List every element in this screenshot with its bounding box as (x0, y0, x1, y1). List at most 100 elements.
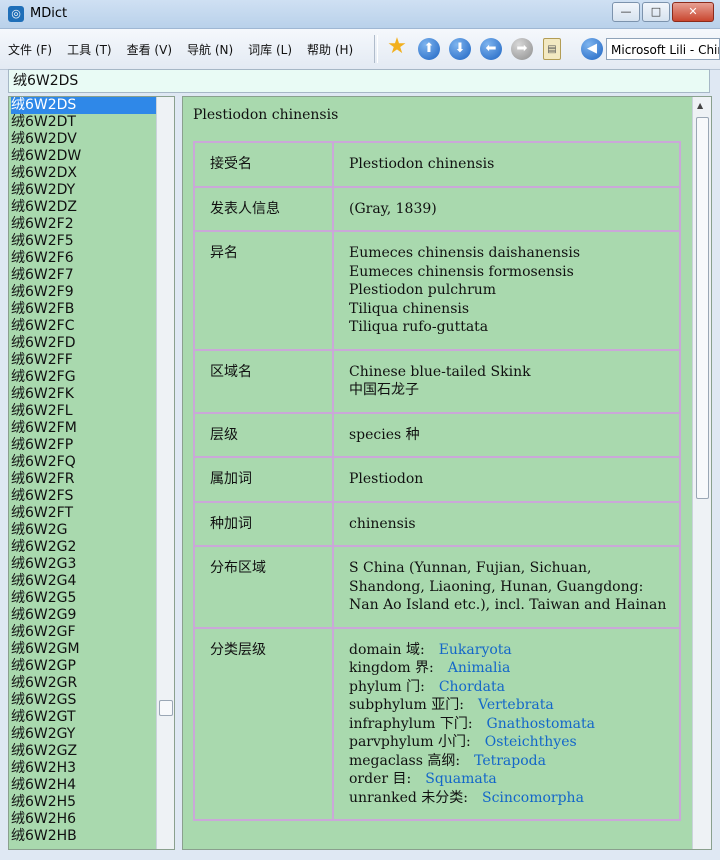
list-item[interactable]: 绒6W2F9 (11, 284, 157, 301)
list-item[interactable]: 绒6W2FF (11, 352, 157, 369)
taxonomy-link[interactable]: Animalia (448, 660, 511, 676)
taxonomy-row: parvphylum 小门: Osteichthyes (349, 733, 667, 752)
list-item[interactable]: 绒6W2H5 (11, 794, 157, 811)
list-item[interactable]: 绒6W2GF (11, 624, 157, 641)
list-item[interactable]: 绒6W2GZ (11, 743, 157, 760)
list-item[interactable]: 绒6W2DW (11, 148, 157, 165)
menu-item[interactable]: 帮助 (H) (307, 41, 353, 58)
taxonomy-link[interactable]: Chordata (439, 679, 505, 695)
taxonomy-link[interactable]: Scincomorpha (482, 790, 584, 806)
list-item[interactable]: 绒6W2FT (11, 505, 157, 522)
table-row: 种加词 chinensis (193, 500, 681, 547)
synonym-item: Plestiodon pulchrum (349, 282, 497, 298)
arrow-down-icon[interactable]: ⬇ (449, 38, 471, 60)
list-item[interactable]: 绒6W2F5 (11, 233, 157, 250)
arrow-up-icon[interactable]: ⬆ (418, 38, 440, 60)
favorite-star-icon[interactable]: ★ (386, 36, 408, 58)
list-item[interactable]: 绒6W2GR (11, 675, 157, 692)
list-item[interactable]: 绒6W2FP (11, 437, 157, 454)
definition-panel: Plestiodon chinensis 接受名 Plestiodon chin… (182, 96, 712, 850)
list-item[interactable]: 绒6W2GS (11, 692, 157, 709)
list-item[interactable]: 绒6W2FQ (11, 454, 157, 471)
list-item[interactable]: 绒6W2F2 (11, 216, 157, 233)
list-item[interactable]: 绒6W2GT (11, 709, 157, 726)
table-row: 接受名 Plestiodon chinensis (193, 141, 681, 188)
word-list: 绒6W2DS 绒6W2DT 绒6W2DV 绒6W2DW 绒6W2DX 绒6W2DY 绒6W2… (11, 97, 157, 845)
toolbar-separator (374, 35, 378, 63)
close-icon[interactable]: ✕ (672, 2, 714, 22)
scroll-thumb[interactable] (159, 700, 173, 716)
list-item[interactable]: 绒6W2DZ (11, 199, 157, 216)
table-row: 属加词 Plestiodon (193, 456, 681, 503)
list-item[interactable]: 绒6W2DX (11, 165, 157, 182)
taxonomy-row: order 目: Squamata (349, 770, 667, 789)
list-item[interactable]: 绒6W2GY (11, 726, 157, 743)
list-item[interactable]: 绒6W2FR (11, 471, 157, 488)
table-row: 层级 species 种 (193, 411, 681, 458)
accepted-name-value: Plestiodon chinensis (332, 141, 681, 188)
menu-item[interactable]: 导航 (N) (187, 41, 233, 58)
clipboard-icon[interactable]: ▤ (543, 38, 561, 60)
taxonomy-link[interactable]: Vertebrata (478, 697, 554, 713)
menu-item[interactable]: 文件 (F) (8, 41, 52, 58)
rank-value: species 种 (332, 411, 681, 458)
list-item[interactable]: 绒6W2FK (11, 386, 157, 403)
word-list-scrollbar[interactable] (156, 97, 174, 849)
menu-item[interactable]: 工具 (T) (67, 41, 112, 58)
scroll-thumb[interactable] (696, 117, 709, 499)
list-item[interactable]: 绒6W2DY (11, 182, 157, 199)
list-item[interactable]: 绒6W2HB (11, 828, 157, 845)
back-arrow-icon[interactable]: ⬅ (480, 38, 502, 60)
list-item[interactable]: 绒6W2GP (11, 658, 157, 675)
synonym-item: Eumeces chinensis formosensis (349, 263, 574, 280)
list-item[interactable]: 绒6W2FL (11, 403, 157, 420)
list-item[interactable]: 绒6W2FB (11, 301, 157, 318)
taxonomy-link[interactable]: Gnathostomata (487, 716, 595, 732)
list-item[interactable]: 绒6W2FD (11, 335, 157, 352)
scroll-up-icon[interactable]: ▲ (697, 101, 703, 110)
menu-item[interactable]: 词库 (L) (248, 41, 292, 58)
list-item[interactable]: 绒6W2DT (11, 114, 157, 131)
list-item[interactable]: 绒6W2H4 (11, 777, 157, 794)
taxonomy-label: 分类层级 (193, 626, 334, 821)
list-item[interactable]: 绒6W2GM (11, 641, 157, 658)
common-name-label: 区域名 (193, 348, 334, 414)
synonym-list: Eumeces chinensis daishanensis Eumeces ch… (332, 230, 681, 351)
voice-select[interactable]: Microsoft Lili - Chinese (606, 38, 720, 60)
list-item[interactable]: 绒6W2G3 (11, 556, 157, 573)
list-item[interactable]: 绒6W2H6 (11, 811, 157, 828)
list-item[interactable]: 绒6W2H3 (11, 760, 157, 777)
list-item[interactable]: 绒6W2F7 (11, 267, 157, 284)
distribution-label: 分布区域 (193, 545, 334, 629)
list-item[interactable]: 绒6W2G9 (11, 607, 157, 624)
accepted-name-label: 接受名 (193, 141, 334, 188)
list-item[interactable]: 绒6W2FS (11, 488, 157, 505)
list-item[interactable]: 绒6W2DV (11, 131, 157, 148)
list-item[interactable]: 绒6W2FG (11, 369, 157, 386)
minimize-icon[interactable]: — (612, 2, 640, 22)
taxonomy-link[interactable]: Osteichthyes (485, 734, 577, 750)
list-item[interactable]: 绒6W2G4 (11, 573, 157, 590)
menu-item[interactable]: 查看 (V) (127, 41, 172, 58)
definition-scrollbar[interactable]: ▲ (692, 97, 711, 849)
table-row: 分布区域 S China (Yunnan, Fujian, Sichuan, S… (193, 545, 681, 629)
list-item[interactable]: 绒6W2F6 (11, 250, 157, 267)
taxonomy-link[interactable]: Eukaryota (439, 642, 512, 658)
author-value: (Gray, 1839) (332, 185, 681, 232)
speaker-icon[interactable]: ◀ (581, 38, 603, 60)
taxonomy-rank: unranked 未分类: (349, 789, 468, 806)
taxonomy-rank: kingdom 界: (349, 660, 434, 676)
list-item[interactable]: 绒6W2DS (11, 97, 157, 114)
list-item[interactable]: 绒6W2G (11, 522, 157, 539)
maximize-icon[interactable]: □ (642, 2, 670, 22)
taxonomy-rank: megaclass 高纲: (349, 752, 461, 769)
list-item[interactable]: 绒6W2FM (11, 420, 157, 437)
list-item[interactable]: 绒6W2FC (11, 318, 157, 335)
synonym-label: 异名 (193, 230, 334, 351)
search-input[interactable]: 绒6W2DS (8, 69, 710, 93)
list-item[interactable]: 绒6W2G2 (11, 539, 157, 556)
list-item[interactable]: 绒6W2G5 (11, 590, 157, 607)
taxonomy-link[interactable]: Tetrapoda (474, 753, 546, 769)
taxonomy-link[interactable]: Squamata (425, 771, 497, 787)
forward-arrow-icon[interactable]: ➡ (511, 38, 533, 60)
